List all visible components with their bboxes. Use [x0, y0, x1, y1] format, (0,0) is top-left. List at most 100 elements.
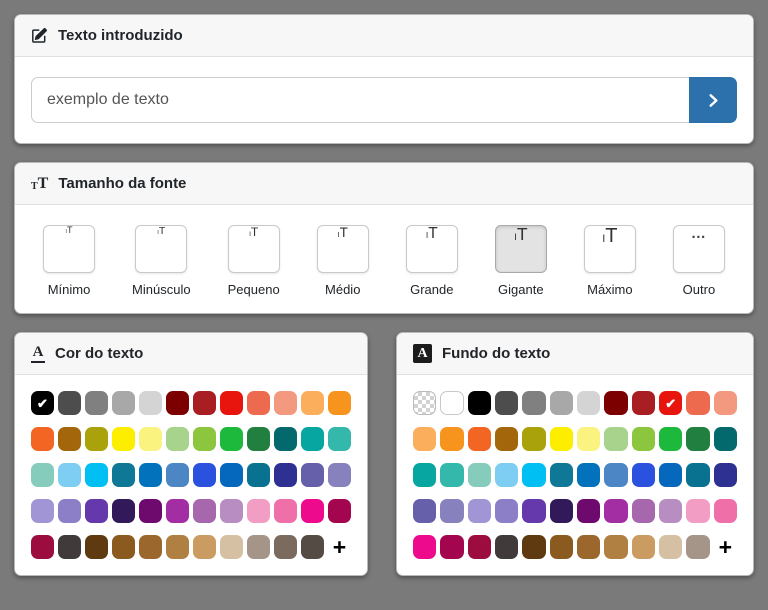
color-swatch[interactable]: [522, 463, 546, 487]
color-swatch[interactable]: [440, 427, 464, 451]
color-swatch[interactable]: [31, 427, 54, 451]
color-swatch[interactable]: [274, 463, 297, 487]
color-swatch[interactable]: [274, 427, 297, 451]
color-swatch[interactable]: [301, 499, 324, 523]
color-swatch[interactable]: [220, 463, 243, 487]
color-swatch[interactable]: [85, 499, 108, 523]
transparent-swatch[interactable]: [413, 391, 437, 415]
color-swatch[interactable]: [247, 391, 270, 415]
color-swatch[interactable]: [247, 535, 270, 559]
color-swatch[interactable]: [659, 535, 683, 559]
size-button-minusculo[interactable]: IT: [135, 225, 188, 273]
color-swatch[interactable]: [440, 463, 464, 487]
color-swatch[interactable]: [713, 463, 737, 487]
color-swatch[interactable]: [713, 427, 737, 451]
color-swatch[interactable]: [58, 535, 81, 559]
color-swatch[interactable]: [686, 391, 710, 415]
submit-button[interactable]: [689, 77, 737, 123]
color-swatch[interactable]: [495, 391, 519, 415]
color-swatch[interactable]: [659, 427, 683, 451]
color-swatch[interactable]: [31, 535, 54, 559]
color-swatch[interactable]: [31, 499, 54, 523]
color-swatch[interactable]: [631, 391, 655, 415]
color-swatch[interactable]: [467, 427, 491, 451]
color-swatch[interactable]: [549, 535, 573, 559]
color-swatch[interactable]: [328, 463, 351, 487]
color-swatch[interactable]: [301, 535, 324, 559]
add-color-button[interactable]: +: [328, 535, 351, 559]
size-button-pequeno[interactable]: IT: [227, 225, 280, 273]
color-swatch[interactable]: [577, 499, 601, 523]
color-swatch[interactable]: [220, 427, 243, 451]
color-swatch[interactable]: [713, 499, 737, 523]
color-swatch[interactable]: [139, 391, 162, 415]
color-swatch[interactable]: [220, 535, 243, 559]
color-swatch[interactable]: [522, 499, 546, 523]
color-swatch[interactable]: [301, 463, 324, 487]
color-swatch[interactable]: [112, 427, 135, 451]
color-swatch[interactable]: [686, 499, 710, 523]
color-swatch[interactable]: [495, 535, 519, 559]
color-swatch[interactable]: [604, 499, 628, 523]
size-button-grande[interactable]: IT: [405, 225, 458, 273]
color-swatch[interactable]: [220, 499, 243, 523]
text-input[interactable]: [31, 77, 689, 123]
size-button-maximo[interactable]: IT: [583, 225, 636, 273]
color-swatch[interactable]: [413, 499, 437, 523]
color-swatch[interactable]: [577, 463, 601, 487]
color-swatch[interactable]: [112, 391, 135, 415]
color-swatch[interactable]: [166, 535, 189, 559]
color-swatch[interactable]: [328, 499, 351, 523]
color-swatch[interactable]: [139, 535, 162, 559]
size-button-gigante[interactable]: IT: [494, 225, 547, 273]
color-swatch[interactable]: [522, 427, 546, 451]
color-swatch[interactable]: [604, 535, 628, 559]
color-swatch[interactable]: [604, 427, 628, 451]
color-swatch[interactable]: [413, 535, 437, 559]
color-swatch[interactable]: [301, 391, 324, 415]
color-swatch[interactable]: [440, 391, 464, 415]
color-swatch[interactable]: [139, 463, 162, 487]
size-button-minimo[interactable]: IT: [43, 225, 95, 273]
color-swatch[interactable]: [139, 499, 162, 523]
color-swatch[interactable]: [247, 463, 270, 487]
color-swatch[interactable]: [631, 427, 655, 451]
color-swatch[interactable]: [31, 463, 54, 487]
color-swatch[interactable]: [604, 463, 628, 487]
color-swatch[interactable]: [58, 427, 81, 451]
color-swatch[interactable]: [328, 391, 351, 415]
color-swatch[interactable]: [631, 499, 655, 523]
color-swatch[interactable]: [85, 391, 108, 415]
color-swatch[interactable]: [112, 535, 135, 559]
color-swatch[interactable]: [193, 499, 216, 523]
color-swatch[interactable]: ✔: [31, 391, 54, 415]
color-swatch[interactable]: [112, 499, 135, 523]
color-swatch[interactable]: ✔: [659, 391, 683, 415]
color-swatch[interactable]: [166, 499, 189, 523]
color-swatch[interactable]: [193, 463, 216, 487]
color-swatch[interactable]: [440, 535, 464, 559]
color-swatch[interactable]: [166, 463, 189, 487]
color-swatch[interactable]: [193, 391, 216, 415]
color-swatch[interactable]: [631, 535, 655, 559]
color-swatch[interactable]: [495, 463, 519, 487]
color-swatch[interactable]: [193, 427, 216, 451]
color-swatch[interactable]: [220, 391, 243, 415]
size-button-outro[interactable]: …: [672, 225, 725, 273]
color-swatch[interactable]: [413, 427, 437, 451]
color-swatch[interactable]: [112, 463, 135, 487]
color-swatch[interactable]: [58, 499, 81, 523]
color-swatch[interactable]: [686, 463, 710, 487]
color-swatch[interactable]: [85, 535, 108, 559]
color-swatch[interactable]: [274, 391, 297, 415]
color-swatch[interactable]: [686, 427, 710, 451]
color-swatch[interactable]: [85, 427, 108, 451]
color-swatch[interactable]: [549, 499, 573, 523]
color-swatch[interactable]: [577, 535, 601, 559]
add-color-button[interactable]: +: [714, 535, 737, 559]
color-swatch[interactable]: [549, 427, 573, 451]
color-swatch[interactable]: [495, 427, 519, 451]
color-swatch[interactable]: [549, 463, 573, 487]
color-swatch[interactable]: [193, 535, 216, 559]
color-swatch[interactable]: [659, 463, 683, 487]
